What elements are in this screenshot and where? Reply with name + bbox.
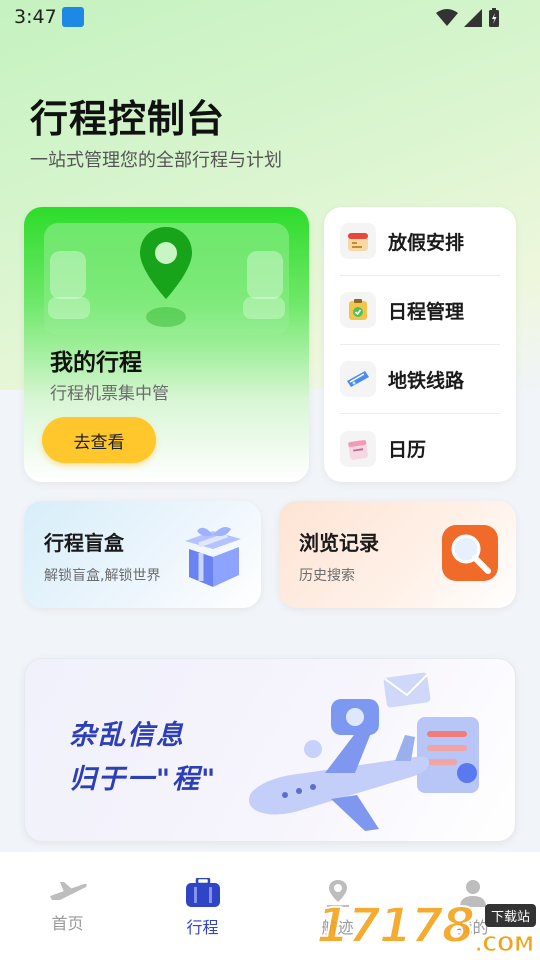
magnifier-icon — [442, 525, 498, 581]
quick-item-subway[interactable]: 地铁线路 — [340, 345, 500, 414]
page-title: 行程控制台 — [30, 97, 226, 141]
seat-left-icon — [48, 251, 90, 319]
airplane-icon — [49, 882, 87, 900]
watermark-digits: 17178 — [315, 897, 476, 955]
site-watermark: 17178 下载站 .COM — [315, 897, 540, 960]
status-time: 3:47 — [14, 6, 57, 28]
history-subtitle: 历史搜索 — [299, 568, 355, 584]
schedule-clipboard-icon — [340, 292, 376, 328]
history-card[interactable]: 浏览记录 历史搜索 — [279, 501, 516, 608]
nav-label: 首页 — [51, 914, 84, 933]
history-title: 浏览记录 — [299, 531, 379, 555]
my-trip-card[interactable]: 我的行程 行程机票集中管 去查看 — [24, 207, 309, 482]
gift-box-icon — [185, 527, 241, 587]
blind-box-subtitle: 解锁盲盒,解锁世界 — [44, 568, 161, 584]
status-bar: 3:47 — [0, 0, 540, 36]
trip-card-subtitle: 行程机票集中管 — [50, 384, 169, 404]
nav-home[interactable]: 首页 — [0, 852, 135, 960]
blind-box-card[interactable]: 行程盲盒 解锁盲盒,解锁世界 — [24, 501, 261, 608]
banner-line1: 杂乱信息 — [69, 720, 185, 751]
wifi-icon — [436, 9, 458, 26]
page-subtitle: 一站式管理您的全部行程与计划 — [30, 150, 282, 171]
quick-actions-card: 放假安排 日程管理 地铁线路 日历 — [324, 207, 516, 482]
banner-illustration — [249, 672, 479, 831]
blind-box-title: 行程盲盒 — [44, 531, 124, 555]
quick-item-schedule[interactable]: 日程管理 — [340, 276, 500, 345]
status-icons — [436, 8, 500, 28]
banner-line2: 归于一"程" — [69, 764, 218, 795]
battery-icon — [489, 8, 499, 27]
quick-item-holiday[interactable]: 放假安排 — [340, 207, 500, 276]
view-trip-button[interactable]: 去查看 — [42, 417, 156, 463]
calendar-icon — [340, 430, 376, 467]
signal-icon — [464, 9, 482, 27]
nav-trip[interactable]: 行程 — [135, 852, 270, 960]
calendar-holiday-icon — [340, 223, 376, 259]
subway-ticket-icon — [340, 361, 376, 397]
quick-item-label: 地铁线路 — [388, 369, 465, 392]
quick-item-label: 放假安排 — [388, 231, 465, 254]
trip-illustration — [44, 223, 289, 335]
location-pin-icon — [140, 227, 192, 327]
suitcase-icon — [185, 878, 220, 907]
quick-item-label: 日程管理 — [388, 300, 465, 323]
nav-label: 行程 — [186, 918, 219, 937]
quick-item-label: 日历 — [388, 439, 427, 461]
quick-item-calendar[interactable]: 日历 — [340, 414, 500, 482]
seat-right-icon — [243, 251, 285, 319]
watermark-tag: 下载站 — [484, 904, 536, 927]
watermark-suffix: .COM — [474, 932, 534, 957]
notification-app-icon — [62, 7, 84, 27]
promo-banner[interactable]: 杂乱信息 归于一"程" — [24, 658, 516, 842]
trip-card-title: 我的行程 — [50, 350, 142, 376]
